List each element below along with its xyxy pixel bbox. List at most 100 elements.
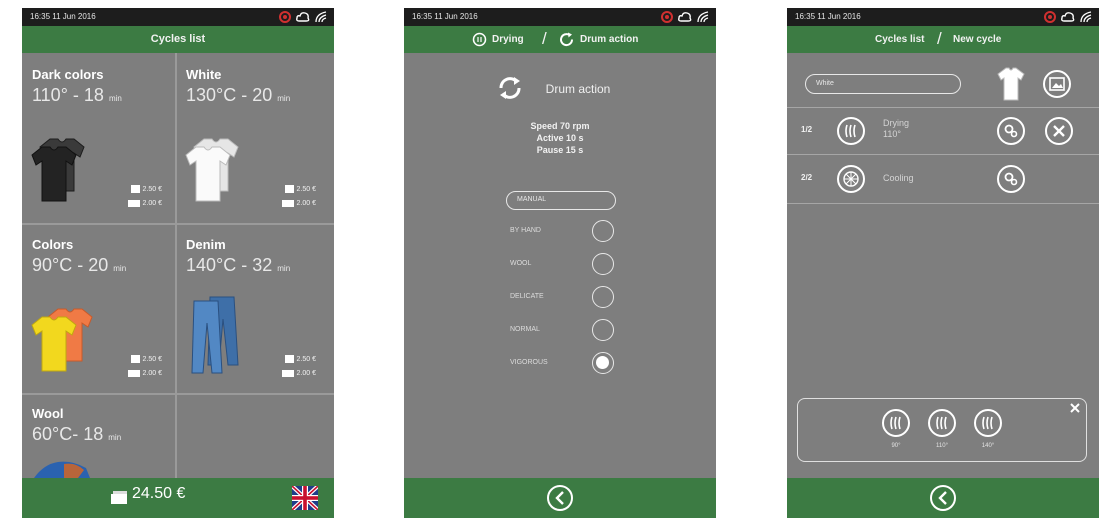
tile-divider xyxy=(22,393,334,395)
cycle-tile-white[interactable]: White 130°C - 20 min 2.50 € 2.00 € xyxy=(180,59,326,221)
option-label: BY HAND xyxy=(510,227,541,234)
preset-button-110[interactable] xyxy=(928,409,956,437)
cooling-step-icon xyxy=(837,165,865,193)
status-time-date: 16:35 11 Jun 2016 xyxy=(795,12,861,21)
card-icon xyxy=(281,200,294,207)
heat-waves-icon xyxy=(982,416,993,430)
card-icon xyxy=(127,370,140,377)
breadcrumb-separator: / xyxy=(542,29,547,48)
cycle-name: Colors xyxy=(32,237,74,252)
price-row: 2.50 € xyxy=(130,185,162,193)
cycle-name: White xyxy=(186,67,222,82)
option-label: VIGOROUS xyxy=(510,359,548,366)
alert-icon xyxy=(661,11,673,23)
step-label: Drying 110° xyxy=(883,118,910,139)
status-bar: 16:35 11 Jun 2016 xyxy=(787,8,1099,26)
step-settings-button[interactable] xyxy=(997,165,1025,193)
breadcrumb-drum-action: Drum action xyxy=(580,34,639,45)
status-time-date: 16:35 11 Jun 2016 xyxy=(412,12,478,21)
section-title: Drum action xyxy=(545,82,611,96)
image-icon xyxy=(1049,77,1065,91)
back-button[interactable] xyxy=(547,485,573,511)
alert-icon xyxy=(279,11,291,23)
washer-icon xyxy=(130,185,140,193)
back-button[interactable] xyxy=(930,485,956,511)
gears-icon xyxy=(1004,124,1018,138)
add-step-panel: 90° 110° 140° xyxy=(797,398,1087,462)
cloud-icon xyxy=(1061,12,1075,22)
page-title: Cycles list xyxy=(22,26,334,53)
uk-flag-icon[interactable] xyxy=(292,486,318,510)
breadcrumb-drying[interactable]: Drying xyxy=(492,34,524,45)
image-picker-button[interactable] xyxy=(1043,70,1071,98)
cycle-name: Dark colors xyxy=(32,67,104,82)
radio-wool[interactable] xyxy=(592,253,614,275)
pause-value: Pause 15 s xyxy=(536,145,584,155)
preset-label: 110° xyxy=(936,443,948,449)
close-icon xyxy=(1053,125,1065,137)
drying-step-icon xyxy=(837,117,865,145)
drum-stats: Speed 70 rpm Active 10 s Pause 15 s xyxy=(404,120,716,156)
tshirt-image xyxy=(31,138,85,202)
radio-normal[interactable] xyxy=(592,319,614,341)
option-label: NORMAL xyxy=(510,326,540,333)
signal-icon xyxy=(697,11,709,23)
gears-icon xyxy=(1004,172,1018,186)
close-icon[interactable] xyxy=(1070,403,1080,413)
breadcrumb-cycles-list[interactable]: Cycles list xyxy=(875,34,924,45)
active-value: Active 10 s xyxy=(536,133,584,143)
washer-icon xyxy=(284,355,294,363)
heat-waves-icon xyxy=(936,416,947,430)
cycle-tile-dark-colors[interactable]: Dark colors 110° - 18 min 2.50 € 2.00 € xyxy=(26,59,172,221)
sweater-image xyxy=(34,461,90,478)
cycles-list-screen: 16:35 11 Jun 2016 Cycles list Dark color… xyxy=(22,8,334,518)
radio-vigorous[interactable] xyxy=(592,352,614,374)
price-row: 2.50 € xyxy=(284,355,316,363)
step-index: 1/2 xyxy=(801,125,813,134)
drum-action-screen: 16:35 11 Jun 2016 Drying / Drum action D… xyxy=(404,8,716,518)
washer-icon xyxy=(284,185,294,193)
step-settings-button[interactable] xyxy=(997,117,1025,145)
chevron-left-icon xyxy=(555,491,564,505)
cycle-tile-colors[interactable]: Colors 90°C - 20 min 2.50 € 2.00 € xyxy=(26,229,172,391)
jeans-image xyxy=(191,296,239,374)
speed-value: Speed 70 rpm xyxy=(530,121,590,131)
footer-bar xyxy=(787,478,1099,518)
cloud-icon xyxy=(296,12,310,22)
new-cycle-screen: 16:35 11 Jun 2016 Cycles list / New cycl… xyxy=(787,8,1099,518)
radio-delicate[interactable] xyxy=(592,286,614,308)
price-row: 2.50 € xyxy=(284,185,316,193)
option-label: DELICATE xyxy=(510,293,544,300)
breadcrumb: Drying / Drum action xyxy=(404,26,716,53)
cloud-icon xyxy=(678,12,692,22)
radio-by-hand[interactable] xyxy=(592,220,614,242)
cycle-tile-denim[interactable]: Denim 140°C - 32 min 2.50 € 2.00 € xyxy=(180,229,326,391)
footer-bar xyxy=(404,478,716,518)
cycle-tile-wool[interactable]: Wool 60°C- 18 min xyxy=(26,398,172,478)
option-label: WOOL xyxy=(510,260,532,267)
preset-button-140[interactable] xyxy=(974,409,1002,437)
cycle-temp: 130°C - 20 min xyxy=(186,85,291,105)
footer-bar: 24.50 € xyxy=(22,478,334,518)
step-label: Cooling xyxy=(883,173,914,183)
cycle-name-field[interactable]: White xyxy=(805,74,961,94)
step-index: 2/2 xyxy=(801,173,813,182)
step-remove-button[interactable] xyxy=(1045,117,1073,145)
card-icon xyxy=(281,370,294,377)
cycle-temp: 140°C - 32 min xyxy=(186,255,291,275)
tile-divider xyxy=(175,53,177,478)
mode-field[interactable]: MANUAL xyxy=(506,191,616,210)
tshirt-image xyxy=(31,308,93,372)
preset-button-90[interactable] xyxy=(882,409,910,437)
breadcrumb-separator: / xyxy=(937,29,942,48)
tile-divider xyxy=(22,223,334,225)
tshirt-image xyxy=(997,67,1025,101)
cycle-temp: 110° - 18 min xyxy=(32,85,122,105)
cycle-step-row: 2/2 Cooling xyxy=(787,156,1099,204)
card-icon xyxy=(111,491,127,504)
total-amount: 24.50 € xyxy=(132,485,186,502)
tshirt-image xyxy=(185,138,239,202)
preset-label: 140° xyxy=(981,443,995,449)
heat-waves-icon xyxy=(890,416,901,430)
alert-icon xyxy=(1044,11,1056,23)
